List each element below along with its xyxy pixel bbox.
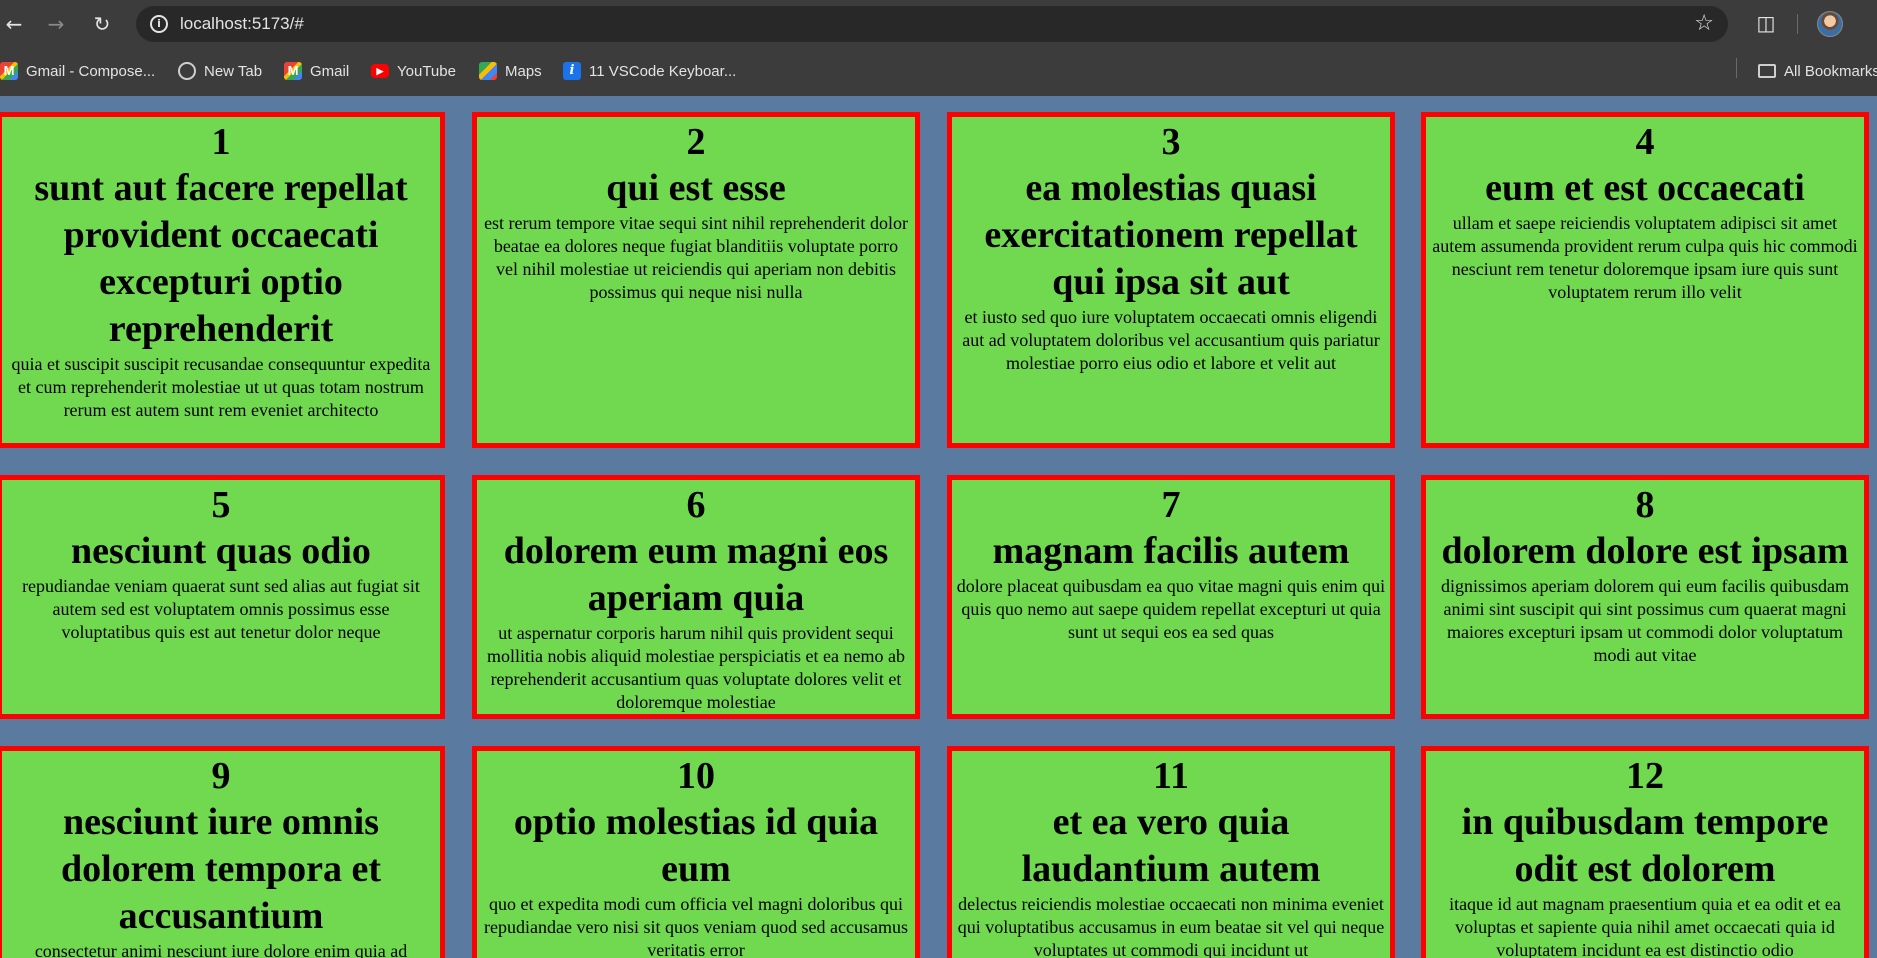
post-card: 9 nesciunt iure omnis dolorem tempora et… (0, 746, 445, 958)
toolbar-divider (1797, 14, 1798, 34)
post-body: ut aspernatur corporis harum nihil quis … (487, 623, 905, 712)
bookmark-star-icon[interactable]: ☆ (1694, 11, 1714, 36)
post-body: delectus reiciendis molestiae occaecati … (957, 894, 1385, 958)
post-body: repudiandae veniam quaerat sunt sed alia… (22, 576, 420, 642)
post-id: 6 (686, 484, 706, 526)
back-icon[interactable]: ← (0, 10, 28, 38)
bookmark-gmail-compose[interactable]: M Gmail - Compose... (0, 60, 155, 82)
bookmark-new-tab[interactable]: New Tab (178, 60, 262, 82)
folder-icon (1758, 64, 1776, 78)
post-card: 7 magnam facilis autem dolore placeat qu… (947, 475, 1395, 719)
post-title: optio molestias id quia eum (513, 801, 879, 890)
post-id: 11 (1153, 755, 1189, 797)
post-card: 8 dolorem dolore est ipsam dignissimos a… (1421, 475, 1869, 719)
post-title: nesciunt iure omnis dolorem tempora et a… (60, 801, 382, 937)
post-title: eum et est occaecati (1485, 167, 1805, 209)
all-bookmarks[interactable]: All Bookmarks (1758, 60, 1877, 82)
post-body: quo et expedita modi cum officia vel mag… (484, 894, 908, 958)
extensions-icon[interactable]: ◫ (1753, 10, 1779, 36)
browser-chrome: ← → ↻ i localhost:5173/# ☆ ◫ M Gmail - C… (0, 0, 1877, 96)
post-id: 5 (211, 484, 231, 526)
post-id: 7 (1161, 484, 1181, 526)
bookmarks-bar: M Gmail - Compose... New Tab M Gmail ▶ Y… (0, 48, 1877, 92)
post-card: 6 dolorem eum magni eos aperiam quia ut … (472, 475, 920, 719)
bookmark-label: Maps (505, 62, 542, 80)
browser-toolbar: ← → ↻ i localhost:5173/# ☆ ◫ (0, 0, 1877, 48)
maps-icon (479, 62, 497, 80)
post-title: qui est esse (606, 167, 786, 209)
forward-icon[interactable]: → (42, 10, 70, 38)
info-icon: i (563, 62, 581, 80)
site-info-icon[interactable]: i (150, 15, 168, 33)
bookmark-label: 11 VSCode Keyboar... (589, 62, 737, 80)
post-body: dolore placeat quibusdam ea quo vitae ma… (956, 576, 1386, 642)
post-title: dolorem eum magni eos aperiam quia (503, 530, 889, 619)
post-card: 3 ea molestias quasi exercitationem repe… (947, 112, 1395, 448)
reload-icon[interactable]: ↻ (88, 10, 116, 38)
post-id: 12 (1626, 755, 1664, 797)
post-title: nesciunt quas odio (71, 530, 371, 572)
page-content: 1 sunt aut facere repellat provident occ… (0, 96, 1877, 958)
post-title: magnam facilis autem (992, 530, 1350, 572)
post-body: est rerum tempore vitae sequi sint nihil… (484, 213, 908, 302)
post-body: et iusto sed quo iure voluptatem occaeca… (962, 307, 1380, 373)
post-id: 10 (677, 755, 715, 797)
post-card: 12 in quibusdam tempore odit est dolorem… (1421, 746, 1869, 958)
youtube-icon: ▶ (371, 64, 389, 78)
address-bar-url[interactable]: localhost:5173/# (180, 14, 304, 34)
post-card: 5 nesciunt quas odio repudiandae veniam … (0, 475, 445, 719)
bookmark-label: New Tab (204, 62, 263, 80)
post-body: dignissimos aperiam dolorem qui eum faci… (1441, 576, 1849, 665)
post-id: 9 (211, 755, 231, 797)
post-card: 1 sunt aut facere repellat provident occ… (0, 112, 445, 448)
globe-icon (178, 62, 196, 80)
post-title: in quibusdam tempore odit est dolorem (1461, 801, 1829, 890)
bookmark-label: Gmail (310, 62, 350, 80)
post-card: 11 et ea vero quia laudantium autem dele… (947, 746, 1395, 958)
post-title: ea molestias quasi exercitationem repell… (984, 167, 1358, 303)
post-title: et ea vero quia laudantium autem (1021, 801, 1321, 890)
gmail-icon: M (0, 62, 18, 80)
bookmark-label: Gmail - Compose... (26, 62, 156, 80)
profile-avatar[interactable] (1817, 11, 1843, 37)
bookmark-vscode-keyboard[interactable]: i 11 VSCode Keyboar... (563, 60, 736, 82)
post-id: 3 (1161, 121, 1181, 163)
post-card: 10 optio molestias id quia eum quo et ex… (472, 746, 920, 958)
bookmark-youtube[interactable]: ▶ YouTube (371, 60, 456, 82)
post-body: consectetur animi nesciunt iure dolore e… (34, 941, 408, 958)
bookmark-gmail[interactable]: M Gmail (284, 60, 349, 82)
all-bookmarks-label: All Bookmarks (1784, 62, 1877, 80)
post-id: 2 (686, 121, 706, 163)
post-card: 4 eum et est occaecati ullam et saepe re… (1421, 112, 1869, 448)
post-card: 2 qui est esse est rerum tempore vitae s… (472, 112, 920, 448)
bookmark-label: YouTube (397, 62, 456, 80)
post-id: 1 (211, 121, 231, 163)
post-title: dolorem dolore est ipsam (1441, 530, 1849, 572)
post-id: 8 (1635, 484, 1655, 526)
post-title: sunt aut facere repellat provident occae… (34, 167, 408, 350)
post-id: 4 (1635, 121, 1655, 163)
bookmark-maps[interactable]: Maps (479, 60, 542, 82)
post-body: quia et suscipit suscipit recusandae con… (11, 354, 431, 420)
post-body: ullam et saepe reiciendis voluptatem adi… (1432, 213, 1858, 302)
gmail-icon: M (284, 62, 302, 80)
bookmarks-divider (1736, 58, 1737, 78)
post-body: itaque id aut magnam praesentium quia et… (1449, 894, 1841, 958)
address-bar[interactable]: i localhost:5173/# ☆ (136, 6, 1728, 42)
